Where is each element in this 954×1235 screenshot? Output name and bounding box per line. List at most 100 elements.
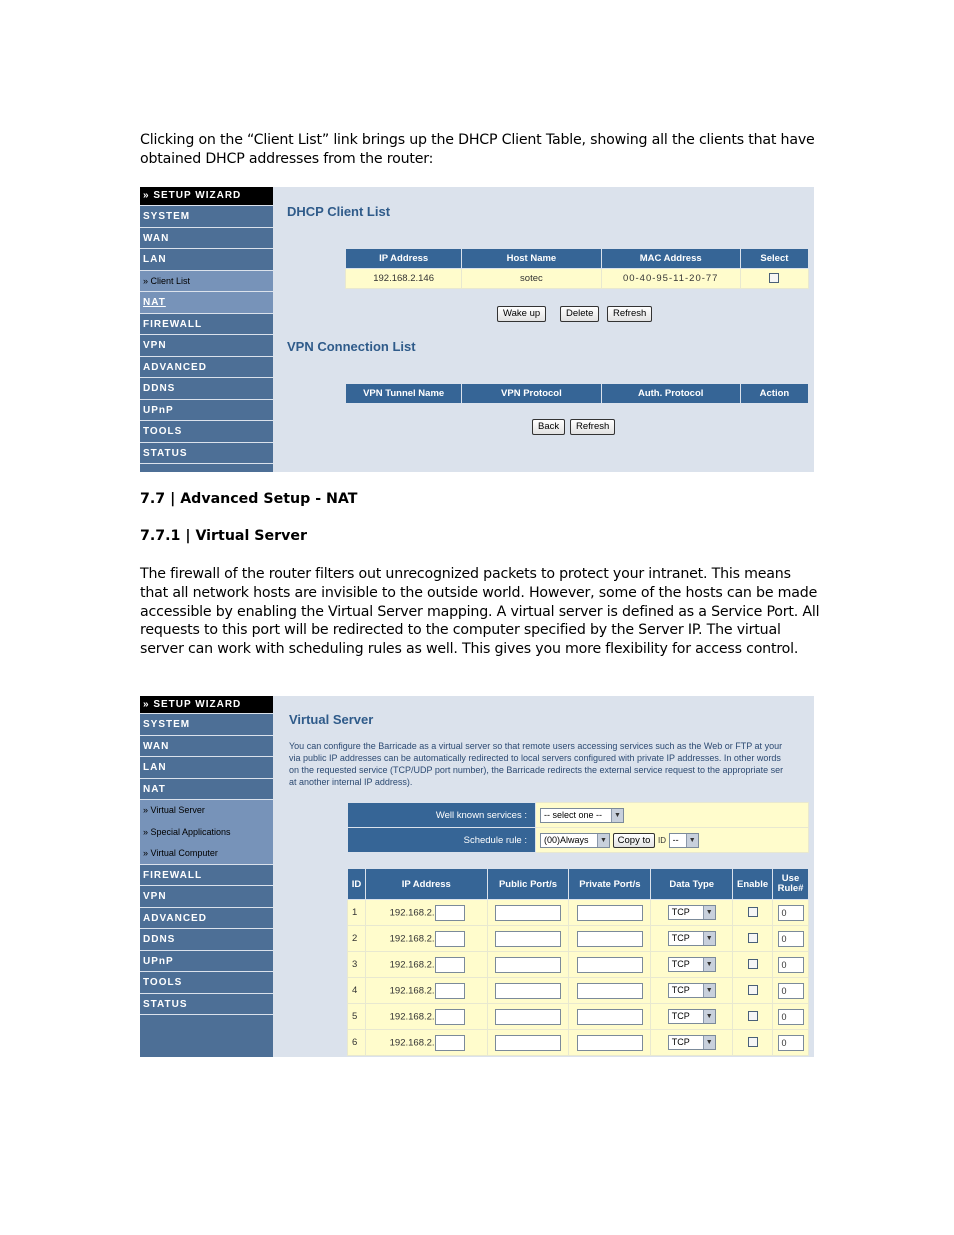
schedule-value: (00)Always: [544, 834, 589, 845]
data-type-select[interactable]: TCP ▼: [667, 1035, 716, 1050]
chevron-down-icon: ▼: [702, 1036, 715, 1049]
use-rule-input[interactable]: 0: [777, 956, 804, 973]
col-ip: IP Address: [364, 868, 488, 900]
table-row: 6 192.168.2. TCP ▼ 0: [347, 1029, 809, 1056]
nav-advanced[interactable]: ADVANCED: [140, 907, 273, 929]
schedule-label: Schedule rule :: [347, 827, 536, 853]
nav-system[interactable]: SYSTEM: [140, 714, 273, 736]
chevron-down-icon: ▼: [597, 833, 609, 847]
public-port-input[interactable]: [494, 904, 561, 921]
private-port-input[interactable]: [576, 956, 643, 973]
nav-upnp[interactable]: UPnP: [140, 399, 273, 421]
nav-ddns[interactable]: DDNS: [140, 378, 273, 400]
nav-advanced[interactable]: ADVANCED: [140, 356, 273, 378]
delete-button[interactable]: Delete: [560, 306, 600, 322]
private-port-input[interactable]: [576, 904, 643, 921]
subsection-heading: 7.7.1 | Virtual Server: [140, 528, 308, 544]
public-port-input[interactable]: [494, 1008, 561, 1025]
row-id: 4: [347, 977, 366, 1004]
nav-nat[interactable]: NAT: [140, 778, 273, 800]
private-port-input[interactable]: [576, 982, 643, 999]
ip-prefix: 192.168.2.: [389, 1037, 435, 1049]
ip-suffix-input[interactable]: [434, 956, 465, 973]
data-type-value: TCP: [671, 1037, 690, 1047]
enable-checkbox[interactable]: [747, 1011, 758, 1022]
nav-firewall[interactable]: FIREWALL: [140, 313, 273, 335]
public-port-input[interactable]: [494, 982, 561, 999]
nav-virtual-server[interactable]: » Virtual Server: [140, 800, 273, 822]
ip-suffix-input[interactable]: [434, 930, 465, 947]
nav-system[interactable]: SYSTEM: [140, 206, 273, 228]
nav-client-list[interactable]: » Client List: [140, 270, 273, 292]
copy-to-button[interactable]: Copy to: [612, 832, 656, 848]
public-port-input[interactable]: [494, 930, 561, 947]
data-type-select[interactable]: TCP ▼: [667, 931, 716, 946]
ip-suffix-input[interactable]: [434, 904, 465, 921]
enable-checkbox[interactable]: [747, 985, 758, 996]
public-port-input[interactable]: [494, 956, 561, 973]
data-type-select[interactable]: TCP ▼: [667, 957, 716, 972]
ip-suffix-input[interactable]: [434, 1034, 465, 1051]
main-panel: DHCP Client List IP Address Host Name MA…: [273, 187, 814, 472]
private-port-input[interactable]: [576, 930, 643, 947]
id-value: --: [672, 834, 679, 845]
enable-checkbox[interactable]: [747, 959, 758, 970]
sidebar-nav: » SETUP WIZARD SYSTEM WAN LAN NAT » Virt…: [140, 696, 273, 1057]
nav-status[interactable]: STATUS: [140, 993, 273, 1015]
vpn-refresh-button[interactable]: Refresh: [570, 419, 616, 435]
nav-lan[interactable]: LAN: [140, 249, 273, 271]
wake-up-button[interactable]: Wake up: [497, 306, 547, 322]
well-known-select[interactable]: -- select one -- ▼: [540, 807, 624, 823]
back-button[interactable]: Back: [532, 419, 566, 435]
use-rule-input[interactable]: 0: [777, 1034, 804, 1051]
nav-tools[interactable]: TOOLS: [140, 972, 273, 994]
use-rule-input[interactable]: 0: [777, 982, 804, 999]
nav-setup-wizard[interactable]: » SETUP WIZARD: [140, 187, 273, 206]
nav-vpn[interactable]: VPN: [140, 886, 273, 908]
schedule-select[interactable]: (00)Always ▼: [540, 832, 610, 848]
col-private-port: Private Port/s: [568, 868, 652, 900]
id-label: ID: [658, 835, 667, 845]
data-type-select[interactable]: TCP ▼: [667, 905, 716, 920]
nav-lan[interactable]: LAN: [140, 757, 273, 779]
config-table: Well known services : -- select one -- ▼ …: [347, 802, 809, 853]
nav-wan[interactable]: WAN: [140, 227, 273, 249]
col-use-rule: Use Rule#: [772, 868, 809, 900]
private-port-input[interactable]: [576, 1034, 643, 1051]
virtual-server-table: ID IP Address Public Port/s Private Port…: [347, 868, 809, 1056]
use-rule-input[interactable]: 0: [777, 1008, 804, 1025]
col-public-port: Public Port/s: [486, 868, 570, 900]
nav-setup-wizard[interactable]: » SETUP WIZARD: [140, 696, 273, 714]
enable-checkbox[interactable]: [747, 1037, 758, 1048]
nav-firewall[interactable]: FIREWALL: [140, 864, 273, 886]
enable-checkbox[interactable]: [747, 933, 758, 944]
refresh-button[interactable]: Refresh: [607, 306, 653, 322]
nav-vpn[interactable]: VPN: [140, 335, 273, 357]
nav-special-applications[interactable]: » Special Applications: [140, 821, 273, 843]
nav-nat[interactable]: NAT: [140, 292, 273, 314]
data-type-select[interactable]: TCP ▼: [667, 1009, 716, 1024]
desc-line: You can configure the Barricade as a vir…: [289, 741, 783, 751]
data-type-select[interactable]: TCP ▼: [667, 983, 716, 998]
ip-suffix-input[interactable]: [434, 1008, 465, 1025]
ip-suffix-input[interactable]: [434, 982, 465, 999]
enable-checkbox[interactable]: [747, 907, 758, 918]
select-checkbox[interactable]: [769, 273, 780, 284]
nav-upnp[interactable]: UPnP: [140, 950, 273, 972]
nav-wan[interactable]: WAN: [140, 735, 273, 757]
nav-tools[interactable]: TOOLS: [140, 421, 273, 443]
data-type-value: TCP: [671, 933, 690, 943]
private-port-input[interactable]: [576, 1008, 643, 1025]
col-mac: MAC Address: [600, 248, 741, 269]
client-mac: 00-40-95-11-20-77: [600, 268, 741, 289]
nav-status[interactable]: STATUS: [140, 442, 273, 464]
public-port-input[interactable]: [494, 1034, 561, 1051]
row-id: 6: [347, 1029, 366, 1056]
chevron-down-icon: ▼: [702, 906, 715, 919]
use-rule-input[interactable]: 0: [777, 904, 804, 921]
nav-ddns[interactable]: DDNS: [140, 929, 273, 951]
nav-virtual-computer[interactable]: » Virtual Computer: [140, 843, 273, 865]
row-id: 2: [347, 925, 366, 952]
use-rule-input[interactable]: 0: [777, 930, 804, 947]
id-select[interactable]: -- ▼: [668, 832, 699, 848]
